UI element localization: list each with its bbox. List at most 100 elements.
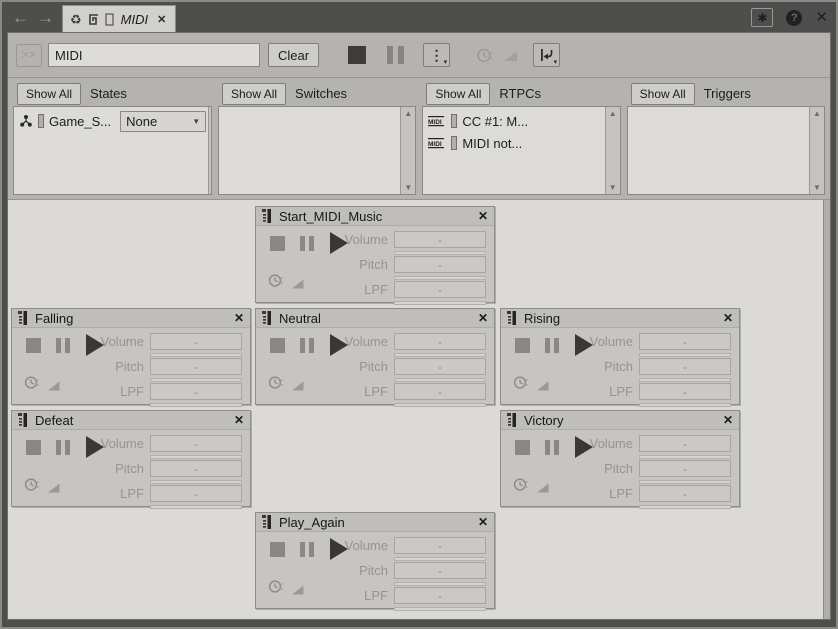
lpf-slider[interactable] (150, 505, 242, 509)
scroll-down-icon[interactable]: ▼ (404, 183, 412, 192)
filter-input[interactable] (48, 43, 260, 67)
pitch-slider[interactable] (150, 480, 242, 484)
module-header[interactable]: Neutral ✕ (256, 309, 494, 328)
stop-icon[interactable] (26, 440, 41, 455)
lpf-slider[interactable] (394, 607, 486, 611)
volume-slider[interactable] (639, 455, 731, 459)
stop-icon[interactable] (26, 338, 41, 353)
stop-icon[interactable] (515, 440, 530, 455)
volume-field[interactable]: - (150, 333, 242, 350)
show-all-rtpcs-button[interactable]: Show All (426, 83, 490, 105)
pitch-slider[interactable] (394, 582, 486, 586)
module-header[interactable]: Play_Again ✕ (256, 513, 494, 532)
triggers-scrollbar[interactable]: ▲ ▼ (809, 107, 824, 194)
close-icon[interactable]: ✕ (723, 312, 733, 324)
pause-icon[interactable] (300, 236, 314, 251)
forward-icon[interactable]: → (37, 9, 54, 26)
pause-icon[interactable] (56, 440, 70, 455)
pitch-field[interactable]: - (394, 358, 486, 375)
stop-all-icon[interactable] (348, 46, 366, 64)
show-all-triggers-button[interactable]: Show All (631, 83, 695, 105)
volume-slider[interactable] (150, 353, 242, 357)
lpf-slider[interactable] (639, 403, 731, 407)
expand-button[interactable]: >> (16, 44, 42, 67)
clear-button[interactable]: Clear (268, 43, 319, 67)
pause-icon[interactable] (545, 338, 559, 353)
volume-slider[interactable] (150, 455, 242, 459)
volume-field[interactable]: - (639, 333, 731, 350)
pause-icon[interactable] (300, 542, 314, 557)
scroll-down-icon[interactable]: ▼ (609, 183, 617, 192)
volume-slider[interactable] (394, 251, 486, 255)
lpf-field[interactable]: - (394, 281, 486, 298)
close-icon[interactable]: ✕ (478, 210, 488, 222)
pitch-field[interactable]: - (639, 460, 731, 477)
module-header[interactable]: Start_MIDI_Music ✕ (256, 207, 494, 226)
pitch-field[interactable]: - (150, 358, 242, 375)
pitch-slider[interactable] (394, 276, 486, 280)
pin-view-button[interactable]: ✱ (751, 8, 773, 27)
pitch-slider[interactable] (639, 378, 731, 382)
module-header[interactable]: Victory ✕ (501, 411, 739, 430)
pitch-slider[interactable] (639, 480, 731, 484)
stop-icon[interactable] (270, 338, 285, 353)
window-close-icon[interactable]: ✕ (815, 10, 828, 25)
back-icon[interactable]: ← (12, 9, 29, 26)
volume-slider[interactable] (394, 557, 486, 561)
scroll-up-icon[interactable]: ▲ (609, 109, 617, 118)
volume-field[interactable]: - (394, 333, 486, 350)
help-icon[interactable]: ? (786, 10, 802, 26)
close-icon[interactable]: ✕ (234, 312, 244, 324)
rtpcs-scrollbar[interactable]: ▲ ▼ (605, 107, 620, 194)
pause-icon[interactable] (545, 440, 559, 455)
lpf-field[interactable]: - (150, 485, 242, 502)
tab-soundcaster-midi[interactable]: ♻ MIDI ✕ (62, 5, 176, 32)
pitch-field[interactable]: - (394, 562, 486, 579)
lpf-slider[interactable] (639, 505, 731, 509)
canvas-vertical-scrollbar[interactable] (823, 200, 830, 619)
volume-slider[interactable] (639, 353, 731, 357)
module-header[interactable]: Falling ✕ (12, 309, 250, 328)
module-header[interactable]: Defeat ✕ (12, 411, 250, 430)
switches-scrollbar[interactable]: ▲ ▼ (400, 107, 415, 194)
pitch-slider[interactable] (394, 378, 486, 382)
lpf-field[interactable]: - (394, 383, 486, 400)
scroll-down-icon[interactable]: ▼ (209, 183, 212, 192)
scroll-up-icon[interactable]: ▲ (813, 109, 821, 118)
lpf-slider[interactable] (394, 403, 486, 407)
scroll-up-icon[interactable]: ▲ (404, 109, 412, 118)
lpf-slider[interactable] (394, 301, 486, 305)
close-icon[interactable]: ✕ (478, 312, 488, 324)
volume-field[interactable]: - (639, 435, 731, 452)
volume-field[interactable]: - (150, 435, 242, 452)
close-icon[interactable]: ✕ (234, 414, 244, 426)
pause-all-icon[interactable] (387, 46, 404, 64)
stop-icon[interactable] (270, 542, 285, 557)
lpf-slider[interactable] (150, 403, 242, 407)
lpf-field[interactable]: - (394, 587, 486, 604)
show-all-switches-button[interactable]: Show All (222, 83, 286, 105)
module-header[interactable]: Rising ✕ (501, 309, 739, 328)
state-selector[interactable]: None ▼ (120, 111, 206, 132)
volume-field[interactable]: - (394, 537, 486, 554)
states-scrollbar[interactable]: ▲ ▼ (208, 107, 212, 194)
close-icon[interactable]: ✕ (478, 516, 488, 528)
mute-strip[interactable] (451, 114, 457, 128)
pitch-field[interactable]: - (639, 358, 731, 375)
pause-icon[interactable] (56, 338, 70, 353)
volume-slider[interactable] (394, 353, 486, 357)
reset-button[interactable]: ▾ (533, 43, 560, 67)
tab-close-icon[interactable]: ✕ (155, 13, 166, 26)
lpf-field[interactable]: - (639, 383, 731, 400)
stop-icon[interactable] (270, 236, 285, 251)
state-group-row[interactable]: Game_S... None ▼ (16, 110, 206, 132)
volume-field[interactable]: - (394, 231, 486, 248)
mute-strip[interactable] (38, 114, 44, 128)
rtpc-row[interactable]: MIDI MIDI not... (425, 132, 602, 154)
show-all-states-button[interactable]: Show All (17, 83, 81, 105)
close-icon[interactable]: ✕ (723, 414, 733, 426)
scroll-up-icon[interactable]: ▲ (209, 109, 212, 118)
pause-icon[interactable] (300, 338, 314, 353)
options-menu-button[interactable]: ⋮ ▾ (423, 43, 450, 67)
lpf-field[interactable]: - (639, 485, 731, 502)
